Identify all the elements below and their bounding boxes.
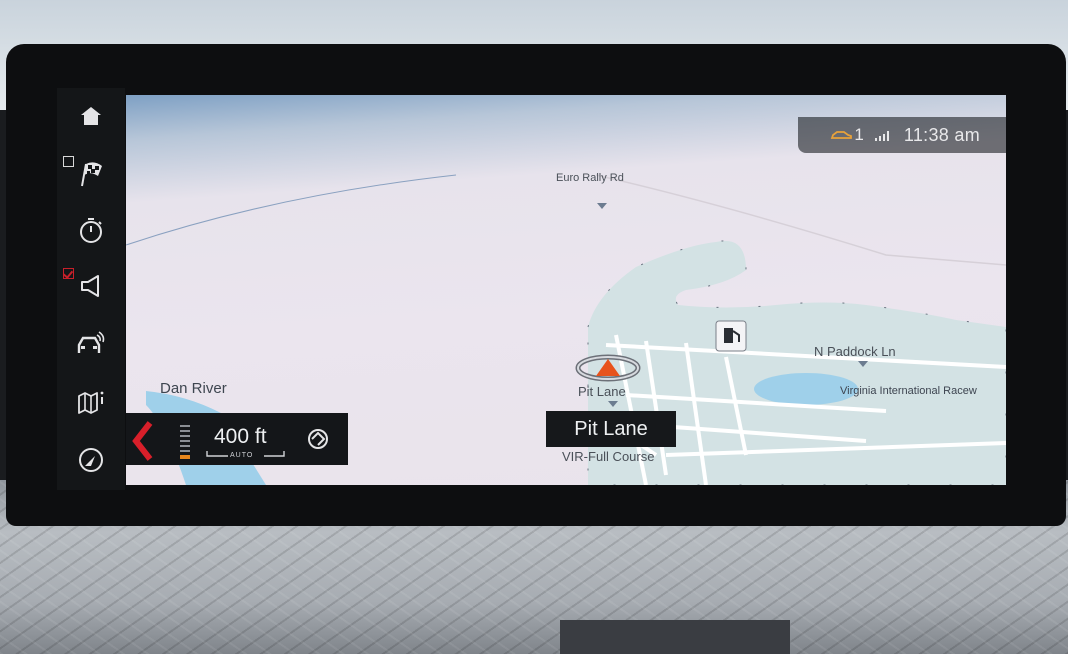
- home-icon: [81, 107, 101, 125]
- recenter-map-icon[interactable]: [306, 427, 330, 451]
- car-dashboard-scene: Euro Rally Rd Dan River Pit Lane N Paddo…: [0, 0, 1068, 654]
- road-label-n-paddock: N Paddock Ln: [814, 344, 896, 359]
- fuel-station-icon: [715, 320, 747, 352]
- status-bar: 1 11:38 am: [798, 117, 1006, 153]
- destination-checkbox[interactable]: [63, 156, 74, 167]
- vehicle-count: 1: [854, 125, 864, 144]
- destination-button[interactable]: [57, 146, 125, 202]
- traffic-icon: [77, 331, 105, 353]
- road-label-euro-rally: Euro Rally Rd: [556, 172, 624, 184]
- dashboard-trim: [560, 620, 790, 654]
- road-label-virginia-international: Virginia International Racew: [840, 385, 977, 397]
- signal-strength-icon: [874, 131, 889, 141]
- euro-rally-road: [595, 174, 1006, 266]
- route-button[interactable]: [57, 432, 125, 488]
- home-button[interactable]: [57, 88, 125, 144]
- road-label-dan-river: Dan River: [160, 380, 227, 397]
- checkered-flag-icon: [81, 162, 102, 187]
- compass-icon: [79, 448, 103, 472]
- road-label-pit-lane: Pit Lane: [578, 384, 626, 399]
- guidance-panel: 400 ft AUTO: [126, 413, 348, 465]
- boundary-line: [126, 174, 457, 246]
- sidebar: [57, 88, 125, 490]
- road-label-vir-full-course: VIR-Full Course: [562, 449, 655, 464]
- navigation-map[interactable]: Euro Rally Rd Dan River Pit Lane N Paddo…: [126, 95, 1006, 485]
- zoom-mode-label: AUTO: [230, 452, 254, 459]
- stopwatch-icon: [80, 218, 102, 243]
- timer-button[interactable]: [57, 202, 125, 258]
- map-view-button[interactable]: [57, 374, 125, 430]
- clock: 11:38 am: [903, 124, 980, 145]
- traffic-button[interactable]: [57, 316, 125, 372]
- guidance-distance: 400 ft: [214, 425, 267, 448]
- current-street-label: Pit Lane: [546, 411, 676, 447]
- voice-guidance-button[interactable]: [57, 258, 125, 314]
- voice-guidance-checkbox[interactable]: [63, 268, 74, 279]
- speaker-icon: [81, 275, 99, 297]
- map-info-icon: [78, 391, 104, 414]
- turn-left-arrow-icon: [132, 421, 190, 461]
- car-icon: [831, 131, 853, 139]
- connected-vehicle-indicator: 1: [830, 125, 864, 145]
